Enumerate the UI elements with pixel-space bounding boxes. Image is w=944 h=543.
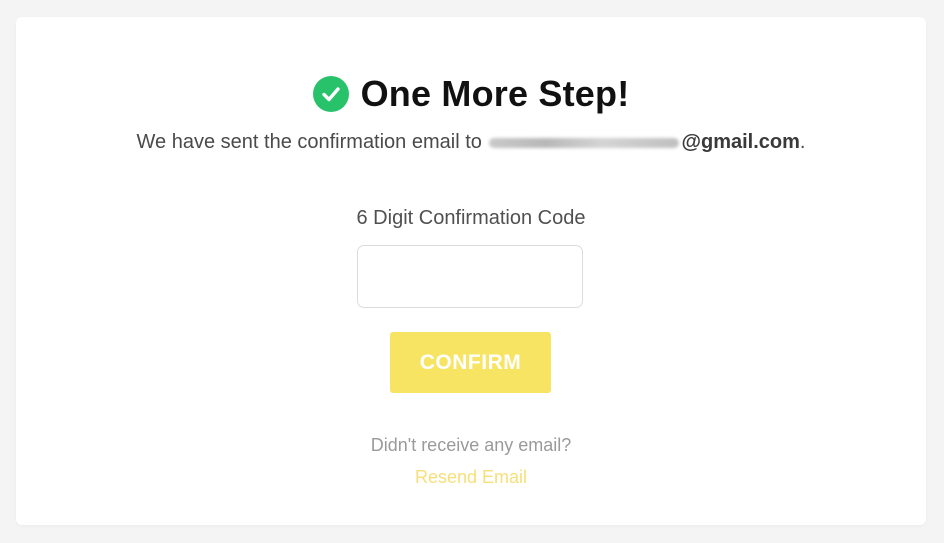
check-circle-icon bbox=[312, 76, 349, 112]
confirmation-card: One More Step! We have sent the confirma… bbox=[16, 17, 926, 525]
title-row: One More Step! bbox=[16, 73, 926, 115]
confirmation-code-input[interactable] bbox=[357, 245, 583, 308]
resend-email-link[interactable]: Resend Email bbox=[16, 467, 926, 488]
redacted-email-user bbox=[489, 137, 680, 148]
no-email-text: Didn't receive any email? bbox=[370, 435, 572, 455]
page-title: One More Step! bbox=[360, 73, 630, 114]
code-field-label: 6 Digit Confirmation Code bbox=[356, 207, 586, 229]
confirm-button[interactable]: CONFIRM bbox=[390, 332, 551, 393]
sent-message-suffix: . bbox=[799, 131, 806, 153]
sent-message: We have sent the confirmation email to @… bbox=[16, 131, 926, 154]
email-domain: @gmail.com bbox=[681, 131, 800, 153]
sent-message-prefix: We have sent the confirmation email to bbox=[136, 131, 482, 153]
